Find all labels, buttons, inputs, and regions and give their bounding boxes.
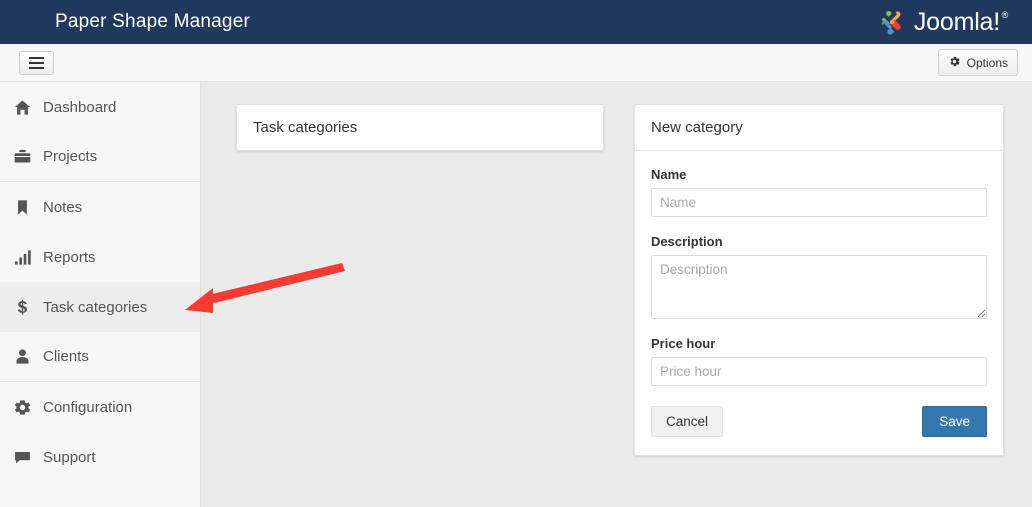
sidebar-item-notes[interactable]: Notes: [0, 182, 200, 232]
sidebar-item-projects[interactable]: Projects: [0, 132, 200, 182]
price-hour-input[interactable]: [651, 357, 987, 386]
comment-icon: [13, 448, 43, 467]
sidebar-item-label: Clients: [43, 348, 89, 365]
sidebar-item-reports[interactable]: Reports: [0, 232, 200, 282]
joomla-brand[interactable]: Joomla! ®: [877, 7, 1008, 37]
hamburger-line: [29, 66, 44, 69]
sidebar-item-label: Dashboard: [43, 98, 117, 116]
sub-toolbar: Options: [0, 44, 1032, 82]
options-button[interactable]: Options: [937, 49, 1018, 76]
joomla-wordmark-text: Joomla!: [913, 7, 1000, 36]
sidebar-item-task-categories[interactable]: Task categories: [0, 282, 200, 332]
user-icon: [13, 347, 43, 366]
home-icon: [13, 98, 43, 117]
price-hour-field-group: Price hour: [651, 336, 987, 386]
top-brand-bar: Paper Shape Manager Joomla! ®: [0, 0, 1032, 44]
joomla-pinwheel-icon: [877, 7, 907, 37]
description-label: Description: [651, 234, 723, 249]
gear-icon: [948, 55, 961, 70]
gear-icon: [13, 398, 43, 417]
task-categories-panel-title: Task categories: [253, 119, 358, 136]
sidebar-item-support[interactable]: Support: [0, 432, 200, 482]
app-layout: Dashboard Projects Notes Reports Task ca: [0, 82, 1032, 507]
bookmark-icon: [13, 198, 43, 217]
name-input[interactable]: [651, 188, 987, 217]
hamburger-line: [29, 56, 44, 59]
price-hour-label: Price hour: [651, 336, 716, 351]
sidebar: Dashboard Projects Notes Reports Task ca: [0, 82, 201, 507]
sidebar-item-label: Task categories: [43, 298, 148, 316]
dollar-icon: [13, 298, 43, 317]
sidebar-item-label: Projects: [43, 148, 98, 165]
hamburger-line: [29, 61, 44, 64]
briefcase-icon: [13, 147, 43, 166]
sidebar-item-label: Configuration: [43, 398, 133, 416]
name-label: Name: [651, 167, 687, 182]
sidebar-item-label: Support: [43, 448, 96, 466]
name-field-group: Name: [651, 167, 987, 217]
save-button[interactable]: Save: [922, 406, 987, 437]
hamburger-icon[interactable]: [19, 50, 54, 75]
cancel-button[interactable]: Cancel: [651, 406, 724, 437]
sidebar-item-configuration[interactable]: Configuration: [0, 382, 200, 432]
joomla-wordmark: Joomla! ®: [913, 7, 1009, 36]
description-textarea[interactable]: [651, 255, 987, 319]
main-content: Task categories New category Name Descri…: [201, 82, 1032, 507]
sidebar-item-label: Notes: [43, 198, 83, 216]
sidebar-item-label: Reports: [43, 248, 96, 266]
new-category-panel: New category Name Description Price hour…: [634, 104, 1004, 456]
sidebar-item-clients[interactable]: Clients: [0, 332, 200, 382]
task-categories-panel: Task categories: [236, 104, 604, 151]
description-field-group: Description: [651, 234, 987, 319]
form-actions: Cancel Save: [651, 406, 987, 437]
page-title: Paper Shape Manager: [55, 11, 250, 32]
options-button-label: Options: [966, 55, 1008, 70]
registered-mark: ®: [1001, 9, 1009, 20]
sidebar-item-dashboard[interactable]: Dashboard: [0, 82, 200, 132]
new-category-form: Name Description Price hour Cancel Save: [635, 151, 1003, 455]
new-category-panel-title: New category: [635, 105, 1003, 151]
bar-chart-icon: [13, 248, 43, 267]
